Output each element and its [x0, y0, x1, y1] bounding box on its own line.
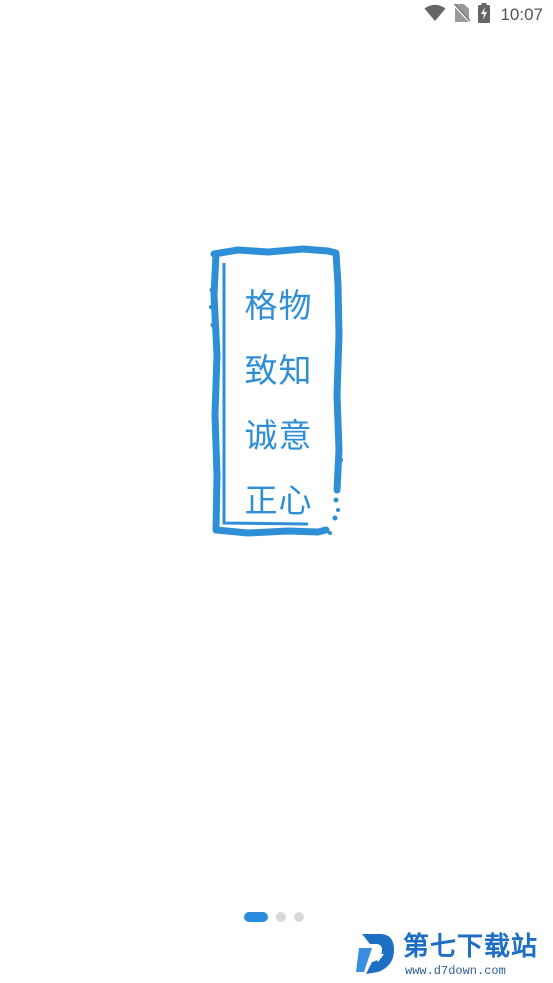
seal-line: 正心 [244, 481, 313, 520]
watermark-url: www.d7down.com [405, 964, 506, 978]
battery-charging-icon [478, 3, 491, 27]
status-bar: 10:07 [0, 0, 553, 32]
status-time: 10:07 [500, 5, 543, 24]
seal-line: 致知 [244, 351, 313, 390]
watermark-title: 第七下载站 [403, 932, 539, 962]
seal-line: 诚意 [244, 416, 313, 455]
splash-screen: 10:07 格物 致知 诚意 正心 第七下载站 www.d7down.com [0, 0, 553, 983]
status-icons: 10:07 [424, 3, 543, 27]
page-dot[interactable] [294, 912, 304, 922]
no-sim-icon [453, 3, 472, 27]
wifi-icon [424, 4, 446, 26]
d7-logo-icon [356, 932, 398, 980]
page-dot-active[interactable] [244, 912, 268, 922]
seal-line: 格物 [244, 286, 313, 325]
page-dot[interactable] [276, 912, 286, 922]
page-indicator[interactable] [244, 912, 304, 922]
watermark: 第七下载站 www.d7down.com [356, 930, 548, 980]
seal-text: 格物 致知 诚意 正心 [241, 279, 316, 528]
seal-logo: 格物 致知 诚意 正心 [208, 245, 345, 540]
